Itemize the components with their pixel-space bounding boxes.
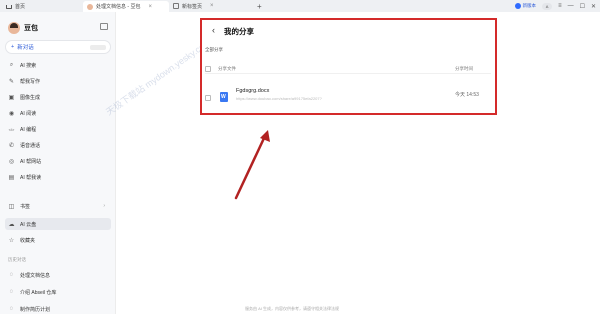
cloud-icon: ☁ (8, 221, 15, 228)
sidebar-item-call[interactable]: ✆ 语音通话 (5, 139, 111, 151)
file-name[interactable]: Fgdsgrg.docx (236, 88, 269, 94)
history-item-label: 介绍 Abseil 仓库 (20, 289, 57, 296)
footer-disclaimer: 服务由 AI 生成，内容仅供参考，请遵守相关法律法规 (245, 306, 340, 311)
share-panel: ‹ 我的分享 全部分享 分享文件 分享时间 Fgdsgrg.docx https… (200, 18, 497, 115)
sidebar-item-label: 书签 (20, 203, 31, 210)
upgrade-label: 新版本 (522, 3, 537, 8)
history-item-label: 制作简历计划 (20, 306, 51, 313)
column-header-time: 分享时间 (455, 65, 473, 71)
brand-name: 豆包 (24, 25, 38, 32)
sidebar-item-label: AI 云盘 (20, 221, 37, 228)
tab-doc[interactable]: 处理文档信息 - 豆包 × (83, 1, 169, 12)
new-tab-button[interactable]: + (257, 2, 262, 11)
chat-icon: ◌ (9, 306, 14, 312)
code-icon: </> (8, 126, 15, 132)
new-chat-label: 新对话 (17, 45, 34, 51)
sidebar-item-ai-search[interactable]: ⌕ AI 搜索 (5, 59, 111, 71)
minimize-icon[interactable]: — (568, 3, 574, 9)
tab-label: 处理文档信息 - 豆包 (96, 4, 141, 10)
user-avatar[interactable]: A (542, 2, 553, 10)
column-header-file: 分享文件 (218, 65, 236, 71)
phone-icon: ✆ (8, 142, 15, 149)
doubao-icon (87, 3, 93, 10)
chat-icon: ◌ (9, 272, 14, 278)
sidebar-item-code[interactable]: </> AI 编程 (5, 123, 111, 135)
brand: 豆包 (8, 22, 38, 34)
page-title: 我的分享 (224, 27, 254, 36)
star-icon: ☆ (8, 237, 15, 244)
sidebar-item-label: 帮我写作 (20, 78, 41, 85)
close-window-icon[interactable]: ✕ (591, 3, 596, 10)
tab-home[interactable]: 首页 (0, 0, 83, 12)
sidebar-item-website[interactable]: ◎ AI 帮网站 (5, 155, 111, 167)
history-item-label: 处理文档信息 (20, 272, 51, 279)
sidebar-item-cloud[interactable]: ☁ AI 云盘 (5, 218, 111, 230)
plus-icon: + (11, 44, 15, 50)
select-all-checkbox[interactable] (205, 65, 211, 72)
sidebar-item-writing[interactable]: ✎ 帮我写作 (5, 75, 111, 87)
share-time: 今天 14:53 (455, 92, 479, 98)
table-header: 分享文件 分享时间 (205, 64, 491, 74)
sidebar-item-label: 收藏夹 (20, 237, 36, 244)
sidebar-item-label: AI 帮网站 (20, 158, 42, 165)
read-icon: ◉ (8, 110, 15, 117)
page-icon (173, 3, 179, 9)
menu-icon[interactable]: ≡ (558, 3, 562, 9)
history-section-label: 历史对话 (8, 257, 26, 262)
sidebar-item-favorites[interactable]: ☆ 收藏夹 (5, 234, 111, 246)
sidebar-item-doc-read[interactable]: ▤ AI 帮我读 (5, 171, 111, 183)
shortcut-hint (90, 44, 106, 50)
home-icon (6, 5, 12, 9)
pen-icon: ✎ (8, 78, 15, 85)
book-icon: ◫ (8, 203, 15, 210)
chevron-right-icon: › (103, 203, 105, 209)
title-bar: 首页 处理文档信息 - 豆包 × 新标签页 × + 新版本 A ≡ — ☐ ✕ (0, 0, 600, 12)
tab-label: 新标签页 (182, 3, 203, 10)
image-icon: ▣ (8, 94, 15, 101)
share-link[interactable]: https://www.doubao.com/share/a99175efa22… (236, 96, 322, 101)
sidebar-collapse-icon[interactable] (100, 23, 108, 30)
sidebar-item-label: 图像生成 (20, 94, 41, 101)
sidebar-item-label: 语音通话 (20, 142, 41, 149)
maximize-icon[interactable]: ☐ (580, 3, 585, 10)
sidebar-item-image[interactable]: ▣ 图像生成 (5, 91, 111, 103)
chat-icon: ◌ (9, 289, 14, 295)
upgrade-button[interactable]: 新版本 (514, 3, 537, 9)
sidebar-item-read[interactable]: ◉ AI 阅读 (5, 107, 111, 119)
search-icon: ⌕ (9, 61, 14, 68)
tab-label: 首页 (15, 3, 26, 10)
close-icon[interactable]: × (148, 4, 152, 10)
close-icon[interactable]: × (210, 3, 214, 9)
sidebar-item-label: AI 帮我读 (20, 174, 42, 181)
upgrade-icon (514, 3, 521, 9)
sidebar-item-label: AI 搜索 (20, 62, 37, 69)
sidebar: 豆包 + 新对话 ⌕ AI 搜索 ✎ 帮我写作 ▣ 图像生成 ◉ AI 阅读 <… (0, 12, 116, 314)
annotation-arrow (234, 130, 270, 200)
filter-all-shares[interactable]: 全部分享 (205, 47, 223, 53)
doubao-logo-icon (8, 22, 20, 34)
row-checkbox[interactable] (205, 95, 211, 101)
sidebar-item-label: AI 编程 (20, 126, 37, 133)
new-chat-button[interactable]: + 新对话 (5, 40, 111, 54)
back-arrow-icon[interactable]: ‹ (212, 25, 215, 35)
watermark: 天极下载站 mydown.yesky.com (104, 37, 213, 118)
sidebar-item-bookmarks[interactable]: ◫ 书签 › (5, 200, 111, 212)
table-row[interactable]: Fgdsgrg.docx https://www.doubao.com/shar… (205, 88, 491, 102)
doc-icon: ▤ (8, 174, 15, 181)
history-item[interactable]: ◌ 介绍 Abseil 仓库 (5, 286, 111, 298)
word-doc-icon (220, 92, 228, 102)
tab-new[interactable]: 新标签页 × (169, 0, 251, 12)
globe-icon: ◎ (8, 158, 15, 165)
sidebar-item-label: AI 阅读 (20, 110, 37, 117)
history-item[interactable]: ◌ 处理文档信息 (5, 269, 111, 281)
window-controls: 新版本 A ≡ — ☐ ✕ (514, 0, 596, 12)
history-item[interactable]: ◌ 制作简历计划 (5, 303, 111, 314)
